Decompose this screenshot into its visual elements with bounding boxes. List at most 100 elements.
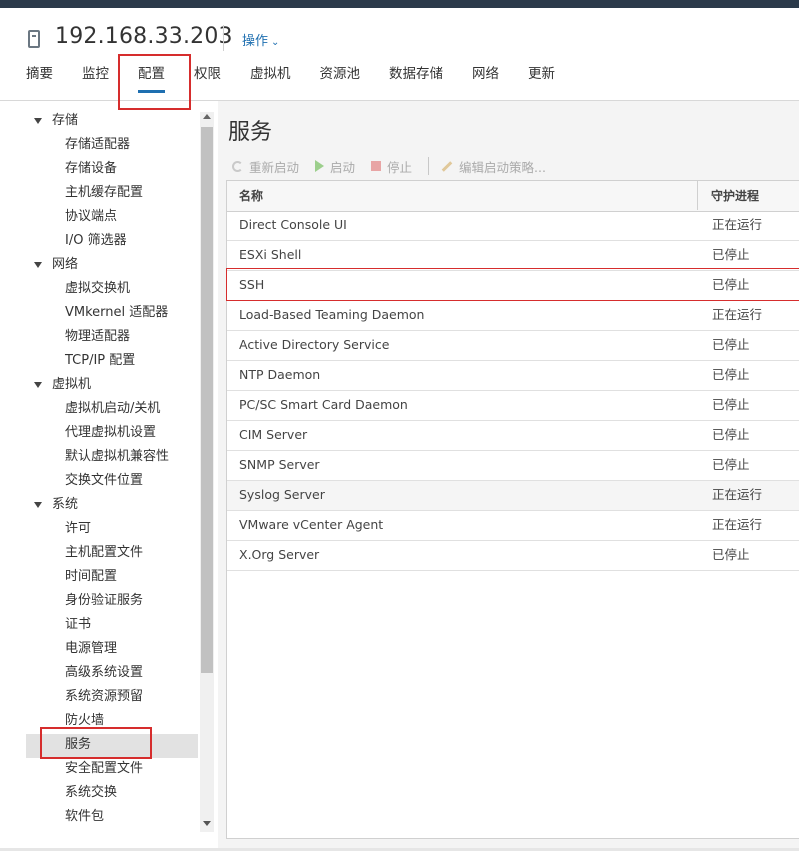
service-name: CIM Server xyxy=(239,427,308,442)
service-name: ESXi Shell xyxy=(239,247,302,262)
tab-updates[interactable]: 更新 xyxy=(528,62,555,92)
column-header-name[interactable]: 名称 xyxy=(239,187,263,204)
highlight-box-services xyxy=(40,727,152,759)
sidebar-item-advanced-settings[interactable]: 高级系统设置 xyxy=(26,662,198,686)
table-row[interactable]: SNMP Server 已停止 xyxy=(227,451,799,481)
edit-startup-policy-button[interactable]: 编辑启动策略... xyxy=(441,157,546,176)
sidebar-category-vm[interactable]: 虚拟机 xyxy=(26,374,198,398)
table-row[interactable]: ESXi Shell 已停止 xyxy=(227,241,799,271)
sidebar-item-packages[interactable]: 软件包 xyxy=(26,806,198,830)
tab-datastores[interactable]: 数据存储 xyxy=(389,62,443,92)
sidebar-item-power-management[interactable]: 电源管理 xyxy=(26,638,198,662)
sidebar-item-auth-services[interactable]: 身份验证服务 xyxy=(26,590,198,614)
tab-bar: 摘要 监控 配置 权限 虚拟机 资源池 数据存储 网络 更新 xyxy=(26,62,584,93)
sidebar-category-network[interactable]: 网络 xyxy=(26,254,198,278)
sidebar-item-io-filters[interactable]: I/O 筛选器 xyxy=(26,230,198,254)
service-name: X.Org Server xyxy=(239,547,320,562)
scroll-down-icon[interactable] xyxy=(203,821,211,826)
start-label: 启动 xyxy=(330,159,356,175)
service-status: 正在运行 xyxy=(712,217,763,232)
sidebar-item-storage-adapters[interactable]: 存储适配器 xyxy=(26,134,198,158)
tab-summary[interactable]: 摘要 xyxy=(26,62,53,92)
restart-icon xyxy=(232,160,243,172)
table-row[interactable]: Syslog Server 正在运行 xyxy=(227,481,799,511)
service-status: 已停止 xyxy=(712,337,750,352)
sidebar-item-vm-startup[interactable]: 虚拟机启动/关机 xyxy=(26,398,198,422)
table-row[interactable]: VMware vCenter Agent 正在运行 xyxy=(227,511,799,541)
restart-button[interactable]: 重新启动 xyxy=(232,157,299,176)
sidebar-item-label: 虚拟机 xyxy=(52,377,92,392)
sidebar-item-resource-reservation[interactable]: 系统资源预留 xyxy=(26,686,198,710)
service-name: Load-Based Teaming Daemon xyxy=(239,307,425,322)
sidebar-item-swap-file-location[interactable]: 交换文件位置 xyxy=(26,470,198,494)
service-name: VMware vCenter Agent xyxy=(239,517,384,532)
sidebar-item-default-vm-compat[interactable]: 默认虚拟机兼容性 xyxy=(26,446,198,470)
service-status: 正在运行 xyxy=(712,487,763,502)
service-status: 正在运行 xyxy=(712,307,763,322)
table-row[interactable]: Active Directory Service 已停止 xyxy=(227,331,799,361)
table-row[interactable]: CIM Server 已停止 xyxy=(227,421,799,451)
tab-monitor[interactable]: 监控 xyxy=(82,62,109,92)
highlight-box-ssh-row xyxy=(226,268,799,301)
services-toolbar: 重新启动 启动 停止 编辑启动策略... xyxy=(232,156,562,176)
sidebar-item-vmkernel-adapters[interactable]: VMkernel 适配器 xyxy=(26,302,198,326)
sidebar-item-storage-devices[interactable]: 存储设备 xyxy=(26,158,198,182)
actions-menu[interactable]: 操作 ⌄ xyxy=(242,30,279,49)
sidebar-item-label: 存储 xyxy=(52,113,79,128)
tab-resource-pools[interactable]: 资源池 xyxy=(320,62,361,92)
sidebar-category-system[interactable]: 系统 xyxy=(26,494,198,518)
sidebar-item-physical-adapters[interactable]: 物理适配器 xyxy=(26,326,198,350)
table-row[interactable]: X.Org Server 已停止 xyxy=(227,541,799,571)
table-row[interactable]: Load-Based Teaming Daemon 正在运行 xyxy=(227,301,799,331)
tab-vms[interactable]: 虚拟机 xyxy=(250,62,291,92)
service-name: SNMP Server xyxy=(239,457,320,472)
play-icon xyxy=(315,160,325,172)
sidebar-item-certificate[interactable]: 证书 xyxy=(26,614,198,638)
start-button[interactable]: 启动 xyxy=(315,157,355,176)
sidebar-category-storage[interactable]: 存储 xyxy=(26,110,198,134)
service-name: Syslog Server xyxy=(239,487,325,502)
table-row[interactable]: Direct Console UI 正在运行 xyxy=(227,211,799,241)
highlight-box-configure-tab xyxy=(118,54,191,110)
top-bar xyxy=(0,0,799,8)
caret-down-icon xyxy=(34,262,42,268)
sidebar-item-host-cache[interactable]: 主机缓存配置 xyxy=(26,182,198,206)
sidebar-item-licensing[interactable]: 许可 xyxy=(26,518,198,542)
sidebar-item-host-profile[interactable]: 主机配置文件 xyxy=(26,542,198,566)
sidebar-item-virtual-switches[interactable]: 虚拟交换机 xyxy=(26,278,198,302)
scroll-up-icon[interactable] xyxy=(203,114,211,119)
edit-policy-label: 编辑启动策略... xyxy=(459,159,546,175)
restart-label: 重新启动 xyxy=(249,159,300,175)
page-title: 服务 xyxy=(228,120,273,145)
host-icon xyxy=(28,30,40,48)
config-sidebar: 存储 存储适配器 存储设备 主机缓存配置 协议端点 I/O 筛选器 网络 虚拟交… xyxy=(26,110,214,832)
sidebar-scrollbar-thumb[interactable] xyxy=(201,127,213,673)
service-name: Active Directory Service xyxy=(239,337,390,352)
service-name: Direct Console UI xyxy=(239,217,347,232)
sidebar-item-protocol-endpoints[interactable]: 协议端点 xyxy=(26,206,198,230)
header-divider xyxy=(223,25,224,51)
toolbar-divider xyxy=(428,157,430,175)
caret-down-icon xyxy=(34,502,42,508)
service-status: 正在运行 xyxy=(712,517,763,532)
caret-down-icon xyxy=(34,118,42,124)
actions-label: 操作 xyxy=(242,34,269,49)
tab-networks[interactable]: 网络 xyxy=(472,62,499,92)
tab-permissions[interactable]: 权限 xyxy=(194,62,221,92)
table-row[interactable]: NTP Daemon 已停止 xyxy=(227,361,799,391)
sidebar-item-tcpip-config[interactable]: TCP/IP 配置 xyxy=(26,350,198,374)
stop-button[interactable]: 停止 xyxy=(371,157,412,176)
sidebar-item-system-swap[interactable]: 系统交换 xyxy=(26,782,198,806)
sidebar-item-agent-vm-settings[interactable]: 代理虚拟机设置 xyxy=(26,422,198,446)
caret-down-icon xyxy=(34,382,42,388)
service-name: NTP Daemon xyxy=(239,367,321,382)
column-header-daemon[interactable]: 守护进程 xyxy=(711,187,759,204)
chevron-down-icon: ⌄ xyxy=(271,37,280,48)
column-resizer[interactable] xyxy=(697,181,698,210)
host-title: 192.168.33.203 xyxy=(55,24,233,49)
service-status: 已停止 xyxy=(712,547,750,562)
sidebar-item-time-config[interactable]: 时间配置 xyxy=(26,566,198,590)
service-status: 已停止 xyxy=(712,427,750,442)
table-row[interactable]: PC/SC Smart Card Daemon 已停止 xyxy=(227,391,799,421)
sidebar-item-security-profile[interactable]: 安全配置文件 xyxy=(26,758,198,782)
